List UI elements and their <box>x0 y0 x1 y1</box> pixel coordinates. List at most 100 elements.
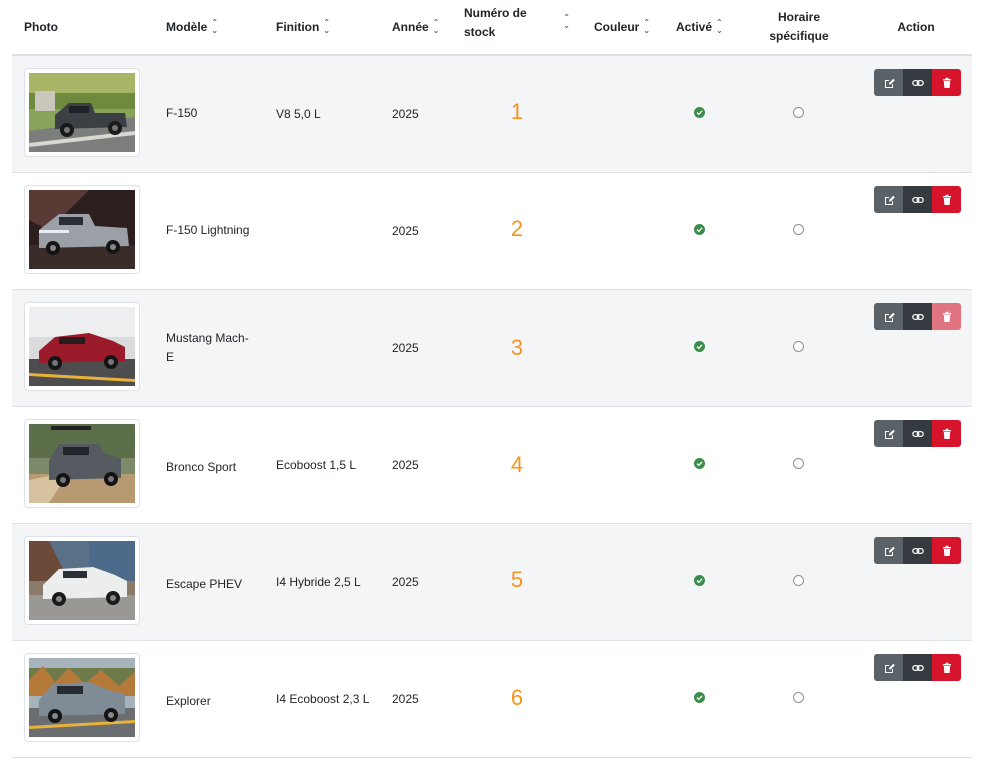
ford-bronco-sport-photo <box>29 424 135 503</box>
model-year: 2025 <box>392 458 419 472</box>
check-circle-icon <box>694 458 705 469</box>
table-header: Photo Modèle ⌃ ⌄ Finition ⌃ ⌄ Année ⌃ ⌄ Numéro… <box>12 0 972 56</box>
stock-number: 4 <box>510 452 524 477</box>
row-actions <box>874 186 961 213</box>
header-color[interactable]: Couleur ⌃ ⌄ <box>594 0 650 54</box>
delete-button[interactable] <box>932 537 961 564</box>
vehicle-photo <box>24 653 140 742</box>
link-icon <box>911 313 924 320</box>
link-button[interactable] <box>903 654 932 681</box>
sort-icon[interactable]: ⌃ ⌄ <box>433 19 440 35</box>
stock-number: 3 <box>510 335 524 360</box>
empty-circle-icon <box>793 341 804 352</box>
trash-icon <box>942 428 951 439</box>
sort-icon[interactable]: ⌃ ⌄ <box>323 19 330 35</box>
header-year[interactable]: Année ⌃ ⌄ <box>392 0 439 54</box>
header-action: Action <box>897 19 935 34</box>
vehicle-photo <box>24 419 140 508</box>
trash-icon <box>942 77 951 88</box>
row-actions <box>874 537 961 564</box>
stock-number: 1 <box>510 99 524 124</box>
delete-button[interactable] <box>932 420 961 447</box>
link-button[interactable] <box>903 186 932 213</box>
table-row: F-150 Lightning 2025 2 <box>12 173 972 290</box>
link-button[interactable] <box>903 420 932 447</box>
check-circle-icon <box>694 107 705 118</box>
stock-number: 2 <box>510 216 524 241</box>
vehicle-photo <box>24 302 140 391</box>
sort-icon[interactable]: ⌃ ⌄ <box>716 19 723 35</box>
empty-circle-icon <box>793 575 804 586</box>
delete-button[interactable] <box>932 69 961 96</box>
trim-name: I4 Hybride 2,5 L <box>276 575 361 589</box>
model-name: F-150 Lightning <box>166 223 250 237</box>
edit-icon <box>884 312 895 322</box>
edit-icon <box>884 78 895 88</box>
row-actions <box>874 303 961 330</box>
trim-name: V8 5,0 L <box>276 107 321 121</box>
ford-explorer-photo <box>29 658 135 737</box>
vehicle-photo <box>24 185 140 274</box>
ford-escape-phev-photo <box>29 541 135 620</box>
edit-button[interactable] <box>874 303 903 330</box>
check-circle-icon <box>694 341 705 352</box>
trash-icon <box>942 194 951 205</box>
model-name: Bronco Sport <box>166 460 237 474</box>
delete-button[interactable] <box>932 654 961 681</box>
empty-circle-icon <box>793 692 804 703</box>
table-row: Explorer I4 Ecoboost 2,3 L 2025 6 <box>12 641 972 758</box>
model-year: 2025 <box>392 224 419 238</box>
sort-icon[interactable]: ⌃ ⌄ <box>211 19 218 35</box>
table-row: Mustang Mach-E 2025 3 <box>12 290 972 407</box>
link-icon <box>911 196 924 203</box>
table-row: Escape PHEV I4 Hybride 2,5 L 2025 5 <box>12 524 972 641</box>
header-stock-number[interactable]: Numéro de stock ⌃ ⌄ <box>464 0 570 54</box>
edit-icon <box>884 195 895 205</box>
edit-icon <box>884 429 895 439</box>
trim-name: I4 Ecoboost 2,3 L <box>276 692 370 706</box>
header-active[interactable]: Activé ⌃ ⌄ <box>676 0 723 54</box>
model-name: Explorer <box>166 694 211 708</box>
row-actions <box>874 69 961 96</box>
row-actions <box>874 420 961 447</box>
model-year: 2025 <box>392 107 419 121</box>
row-actions <box>874 654 961 681</box>
trash-icon <box>942 662 951 673</box>
ford-f150-lightning-photo <box>29 190 135 269</box>
sort-icon[interactable]: ⌃ ⌄ <box>643 19 650 35</box>
header-model[interactable]: Modèle ⌃ ⌄ <box>166 0 218 54</box>
header-specific-schedule: Horaire spécifique <box>769 10 829 43</box>
vehicle-photo <box>24 68 140 157</box>
delete-button[interactable] <box>932 303 961 330</box>
edit-button[interactable] <box>874 654 903 681</box>
sort-icon[interactable]: ⌃ ⌄ <box>563 14 570 30</box>
link-icon <box>911 547 924 554</box>
link-button[interactable] <box>903 69 932 96</box>
header-photo: Photo <box>24 19 58 34</box>
table-row: Bronco Sport Ecoboost 1,5 L 2025 4 <box>12 407 972 524</box>
trash-icon <box>942 545 951 556</box>
empty-circle-icon <box>793 107 804 118</box>
delete-button[interactable] <box>932 186 961 213</box>
edit-icon <box>884 546 895 556</box>
trash-icon <box>942 311 951 322</box>
edit-button[interactable] <box>874 69 903 96</box>
empty-circle-icon <box>793 224 804 235</box>
edit-button[interactable] <box>874 420 903 447</box>
link-button[interactable] <box>903 537 932 564</box>
link-button[interactable] <box>903 303 932 330</box>
trim-name: Ecoboost 1,5 L <box>276 458 357 472</box>
vehicle-photo <box>24 536 140 625</box>
header-trim[interactable]: Finition ⌃ ⌄ <box>276 0 330 54</box>
edit-icon <box>884 663 895 673</box>
link-icon <box>911 664 924 671</box>
edit-button[interactable] <box>874 537 903 564</box>
ford-mustang-mach-e-photo <box>29 307 135 386</box>
table-row: F-150 V8 5,0 L 2025 1 <box>12 56 972 173</box>
vehicles-table: Photo Modèle ⌃ ⌄ Finition ⌃ ⌄ Année ⌃ ⌄ Numéro… <box>12 0 972 758</box>
model-name: Escape PHEV <box>166 577 243 591</box>
edit-button[interactable] <box>874 186 903 213</box>
model-name: F-150 <box>166 106 198 120</box>
link-icon <box>911 79 924 86</box>
stock-number: 5 <box>510 567 524 592</box>
